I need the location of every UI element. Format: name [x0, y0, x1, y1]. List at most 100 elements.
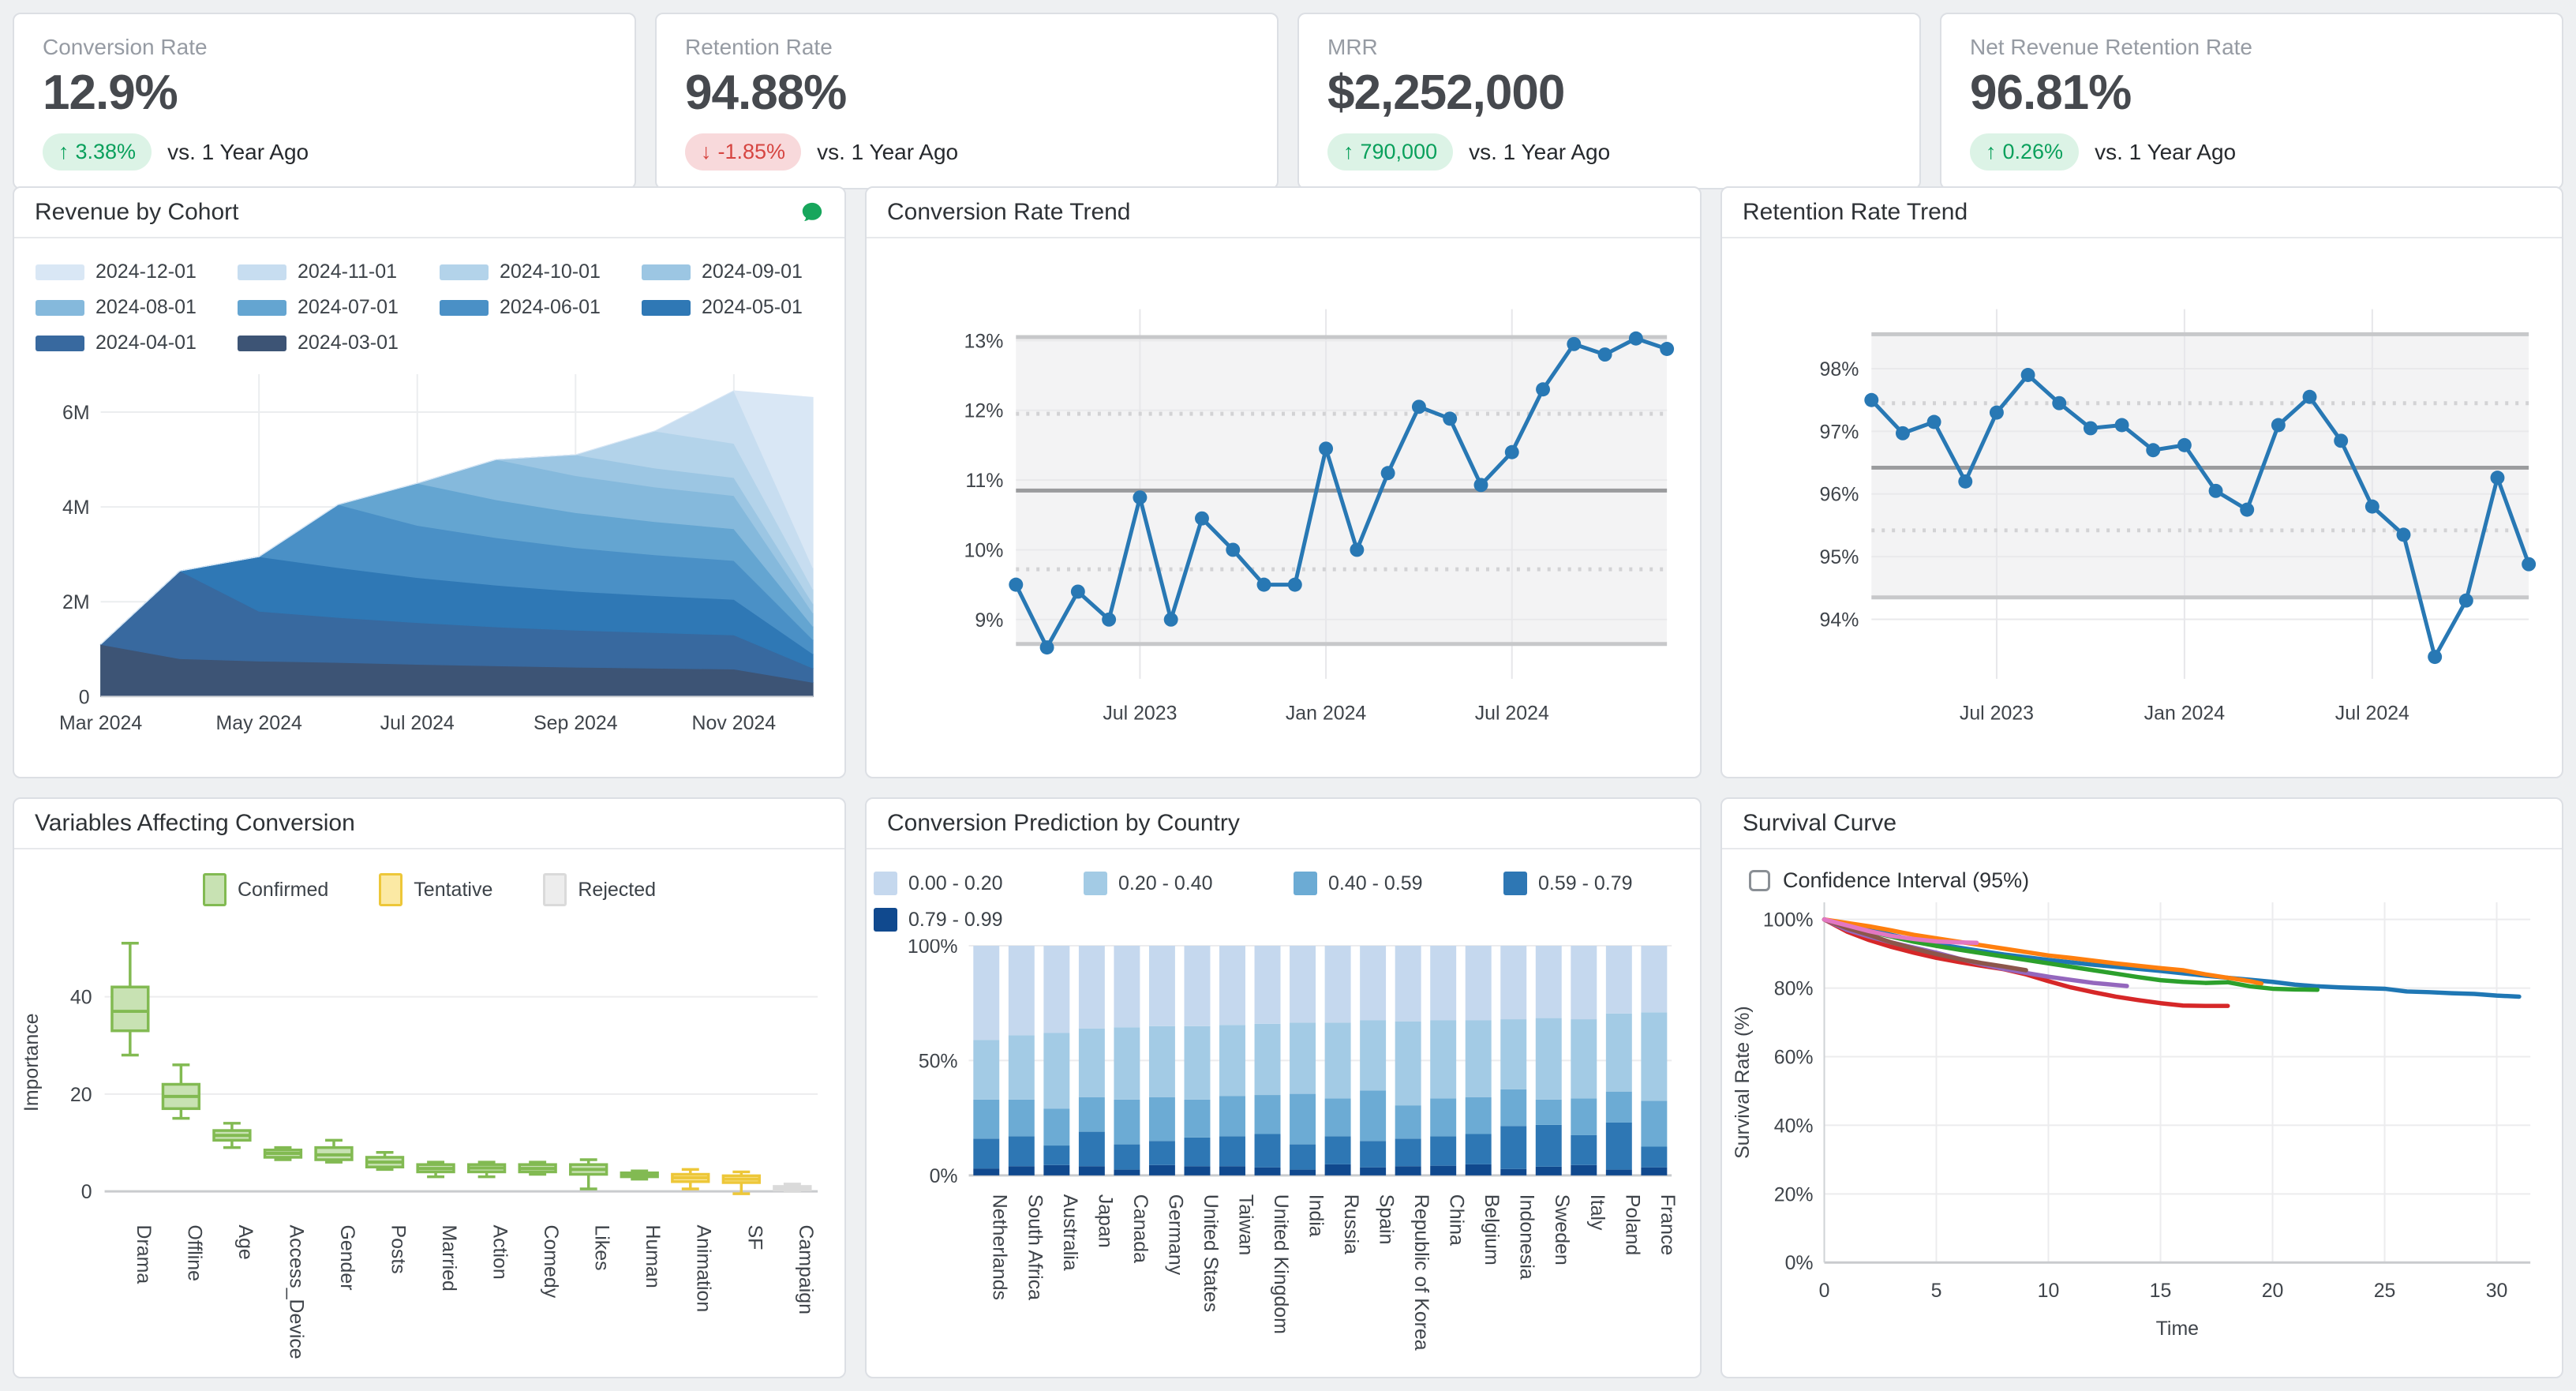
data-point [1164, 613, 1178, 627]
country-bar [1360, 946, 1386, 1175]
legend-item[interactable]: 2024-04-01 [36, 332, 217, 354]
legend-swatch [36, 300, 84, 316]
svg-text:2M: 2M [62, 591, 90, 613]
country-bar [1571, 946, 1597, 1175]
legend-item[interactable]: 2024-05-01 [642, 296, 823, 319]
legend-swatch [874, 872, 897, 895]
svg-text:40%: 40% [1774, 1115, 1814, 1137]
legend-swatch [1084, 872, 1107, 895]
kpi-label: Retention Rate [685, 35, 1249, 60]
data-point [2334, 433, 2348, 448]
box-item [214, 1123, 250, 1148]
svg-text:South Africa: South Africa [1024, 1194, 1046, 1300]
legend-item[interactable]: 2024-12-01 [36, 261, 217, 283]
kpi-delta-value: -1.85% [718, 140, 786, 164]
svg-text:25: 25 [2374, 1280, 2396, 1302]
data-point [1350, 542, 1364, 557]
kpi-delta-value: 3.38% [76, 140, 137, 164]
svg-text:40: 40 [70, 987, 92, 1009]
panel-retention-rate-trend: Retention Rate Trend 94%95%96%97%98%Jul … [1720, 186, 2563, 778]
data-point [2428, 650, 2442, 664]
panel-header: Retention Rate Trend [1722, 188, 2562, 238]
svg-text:SF: SF [743, 1224, 766, 1250]
survival-curve-chart[interactable]: 0%20%40%60%80%100%051015202530TimeSurviv… [1722, 893, 2562, 1365]
confidence-interval-toggle[interactable]: Confidence Interval (95%) [1749, 868, 2562, 893]
data-point [2271, 418, 2286, 433]
svg-text:Posts: Posts [388, 1224, 410, 1273]
kpi-context: vs. 1 Year Ago [2095, 140, 2236, 165]
country-prediction-chart[interactable]: NetherlandsSouth AfricaAustraliaJapanCan… [867, 939, 1700, 1368]
data-point [2115, 418, 2129, 433]
arrow-up-icon: ↑ [1343, 140, 1354, 164]
data-point [1629, 332, 1643, 346]
svg-text:95%: 95% [1820, 546, 1859, 568]
data-point [1102, 613, 1116, 627]
variables-boxplot-chart[interactable]: DramaOfflineAgeAccess_DeviceGenderPostsM… [14, 911, 844, 1371]
legend-item[interactable]: 2024-08-01 [36, 296, 217, 319]
legend-item[interactable]: 0.00 - 0.20 [874, 872, 1063, 895]
svg-text:11%: 11% [965, 470, 1003, 492]
legend-item[interactable]: 2024-03-01 [238, 332, 419, 354]
country-bar [1184, 946, 1210, 1175]
legend-item[interactable]: 0.59 - 0.79 [1503, 872, 1693, 895]
kpi-delta-value: 0.26% [2003, 140, 2064, 164]
svg-text:Jan 2024: Jan 2024 [2144, 703, 2226, 725]
legend-item[interactable]: Rejected [543, 873, 656, 906]
legend-label: 2024-05-01 [702, 296, 803, 319]
legend-item[interactable]: 2024-09-01 [642, 261, 823, 283]
panel-header: Revenue by Cohort [14, 188, 844, 238]
retention-rate-trend-chart[interactable]: 94%95%96%97%98%Jul 2023Jan 2024Jul 2024 [1722, 238, 2562, 754]
legend-label: 0.00 - 0.20 [908, 872, 1003, 895]
arrow-up-icon: ↑ [58, 140, 69, 164]
legend-swatch [874, 908, 897, 932]
kpi-context: vs. 1 Year Ago [1469, 140, 1610, 165]
revenue-by-cohort-chart[interactable]: 02M4M6MMar 2024May 2024Jul 2024Sep 2024N… [14, 362, 844, 755]
legend-item[interactable]: 0.20 - 0.40 [1084, 872, 1273, 895]
legend-item[interactable]: 0.79 - 0.99 [874, 908, 1063, 932]
legend-item[interactable]: Tentative [379, 873, 492, 906]
panel-conversion-prediction-by-country: Conversion Prediction by Country 0.00 - … [865, 797, 1702, 1378]
legend-label: 2024-08-01 [95, 296, 197, 319]
svg-text:Japan: Japan [1094, 1194, 1116, 1248]
svg-text:Republic of Korea: Republic of Korea [1410, 1194, 1432, 1351]
svg-text:France: France [1657, 1194, 1679, 1255]
legend-label: Rejected [578, 879, 656, 902]
svg-text:0: 0 [79, 686, 90, 708]
box-item [469, 1162, 505, 1176]
kpi-card-mrr: MRR $2,252,000 ↑790,000 vs. 1 Year Ago [1297, 13, 1921, 189]
legend-swatch [440, 300, 489, 316]
svg-text:15: 15 [2150, 1280, 2172, 1302]
svg-text:Access_Device: Access_Device [285, 1224, 307, 1359]
kpi-row: Conversion Rate 12.9% ↑3.38% vs. 1 Year … [13, 13, 2563, 164]
svg-text:Jul 2024: Jul 2024 [2335, 703, 2409, 725]
legend-label: 2024-10-01 [500, 261, 601, 283]
legend-item[interactable]: 2024-10-01 [440, 261, 621, 283]
panel-conversion-rate-trend: Conversion Rate Trend 9%10%11%12%13%Jul … [865, 186, 1702, 778]
data-point [1474, 478, 1488, 492]
svg-text:100%: 100% [908, 939, 958, 958]
boxplot-legend: Confirmed Tentative Rejected [14, 873, 844, 906]
svg-text:United Kingdom: United Kingdom [1270, 1194, 1292, 1334]
confidence-interval-checkbox[interactable] [1749, 870, 1770, 891]
legend-item[interactable]: 2024-07-01 [238, 296, 419, 319]
chat-bubble-icon[interactable] [800, 201, 824, 224]
legend-item[interactable]: 2024-06-01 [440, 296, 621, 319]
country-bar [1009, 946, 1035, 1175]
svg-text:Importance: Importance [21, 1014, 43, 1112]
svg-text:Animation: Animation [693, 1224, 715, 1312]
legend-swatch [1294, 872, 1317, 895]
svg-text:Offline: Offline [183, 1224, 205, 1281]
data-point [1071, 584, 1085, 598]
legend-item[interactable]: Confirmed [203, 873, 328, 906]
legend-item[interactable]: 0.40 - 0.59 [1294, 872, 1483, 895]
conversion-rate-trend-chart[interactable]: 9%10%11%12%13%Jul 2023Jan 2024Jul 2024 [867, 238, 1700, 754]
data-point [2365, 500, 2379, 514]
data-point [2397, 527, 2411, 542]
legend-item[interactable]: 2024-11-01 [238, 261, 419, 283]
legend-swatch [1503, 872, 1527, 895]
data-point [1958, 474, 1972, 489]
svg-text:Spain: Spain [1376, 1194, 1398, 1245]
country-bar [1536, 946, 1562, 1175]
svg-text:Australia: Australia [1059, 1194, 1081, 1271]
svg-text:6M: 6M [62, 402, 90, 424]
